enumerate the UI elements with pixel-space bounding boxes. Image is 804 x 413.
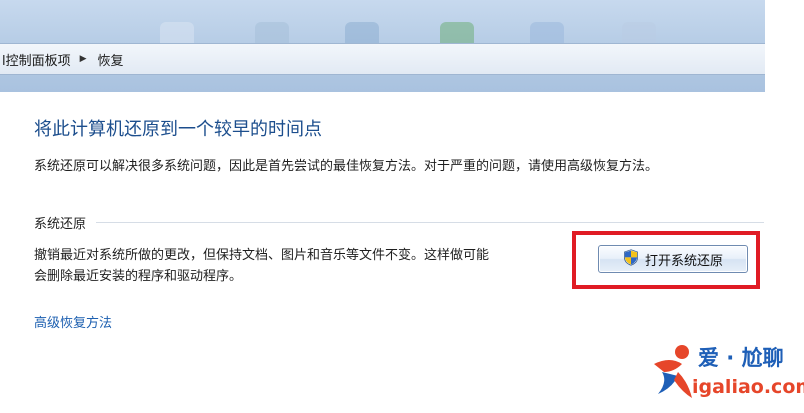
address-bar-area: l控制面板项 ▶ 恢复 (0, 0, 765, 92)
watermark: 爱 · 尬聊 igaliao.com (648, 342, 804, 404)
advanced-recovery-link[interactable]: 高级恢复方法 (34, 312, 112, 331)
system-restore-description: 撤销最近对系统所做的更改，但保持文档、图片和音乐等文件不变。这样做可能 会删除最… (34, 245, 586, 287)
breadcrumb-item-recovery[interactable]: 恢复 (96, 50, 126, 69)
system-restore-heading: 系统还原 (34, 217, 87, 232)
watermark-name: 爱 · 尬聊 (698, 346, 784, 370)
page-description: 系统还原可以解决很多系统问题，因此是首先尝试的最佳恢复方法。对于严重的问题，请使… (34, 159, 659, 174)
watermark-url: igaliao.com (692, 376, 804, 398)
open-system-restore-button[interactable]: 打开系统还原 (598, 245, 748, 273)
breadcrumb: l控制面板项 ▶ 恢复 (0, 43, 765, 75)
uac-shield-icon (623, 248, 639, 270)
section-divider (96, 222, 764, 223)
system-restore-description-line: 撤销最近对系统所做的更改，但保持文档、图片和音乐等文件不变。这样做可能 (34, 248, 490, 263)
system-restore-description-line: 会删除最近安装的程序和驱动程序。 (34, 269, 243, 284)
page-title: 将此计算机还原到一个较早的时间点 (34, 119, 322, 140)
breadcrumb-separator-icon[interactable]: ▶ (80, 54, 87, 64)
breadcrumb-item-control-panel[interactable]: l控制面板项 (0, 50, 73, 69)
open-system-restore-label: 打开系统还原 (644, 253, 723, 269)
